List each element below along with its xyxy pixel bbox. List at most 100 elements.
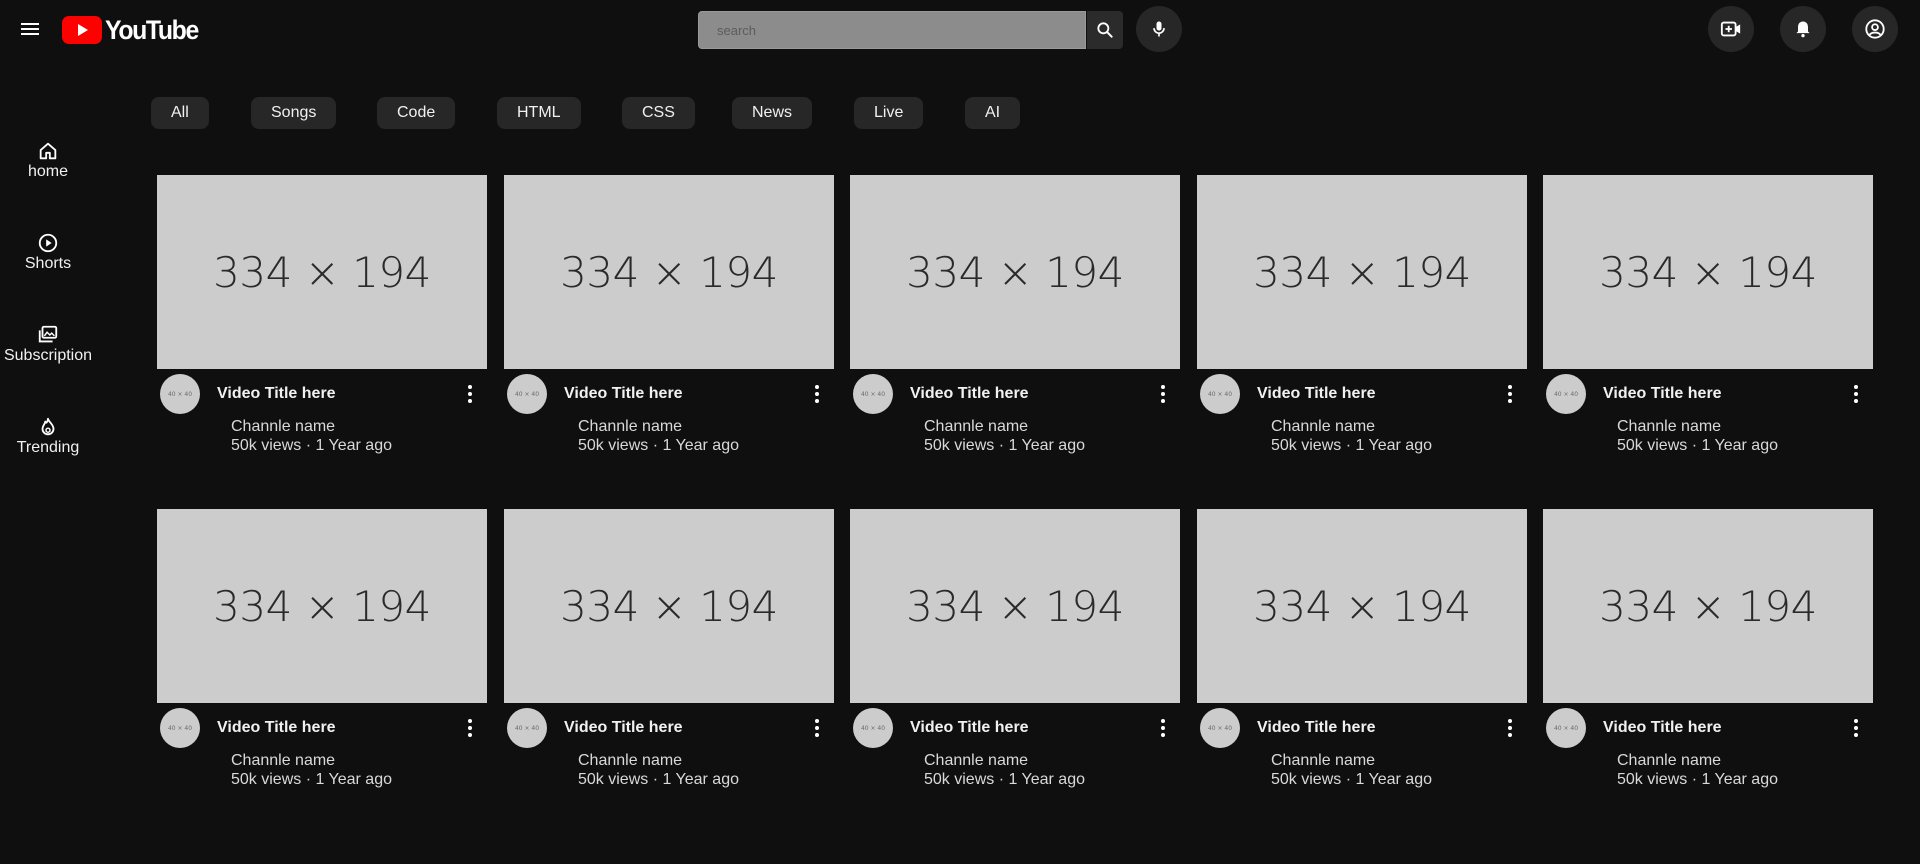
channel-avatar[interactable]: 40 × 40 <box>853 374 893 414</box>
voice-search-button[interactable] <box>1136 6 1182 52</box>
logo-text: YouTube <box>105 14 199 45</box>
video-thumbnail[interactable]: 334 × 194 <box>850 509 1180 703</box>
create-button[interactable] <box>1708 6 1754 52</box>
video-thumbnail[interactable]: 334 × 194 <box>504 509 834 703</box>
channel-name[interactable]: Channle name <box>1271 418 1375 436</box>
channel-avatar[interactable]: 40 × 40 <box>1546 708 1586 748</box>
video-thumbnail[interactable]: 334 × 194 <box>850 175 1180 369</box>
channel-avatar[interactable]: 40 × 40 <box>1546 374 1586 414</box>
channel-name[interactable]: Channle name <box>924 752 1028 770</box>
video-card[interactable]: 334 × 194 40 × 40 Video Title here Chann… <box>157 509 487 813</box>
video-stats: 50k views · 1 Year ago <box>231 437 392 454</box>
more-options-icon[interactable] <box>814 718 820 738</box>
video-card[interactable]: 334 × 194 40 × 40 Video Title here Chann… <box>504 175 834 479</box>
video-stats: 50k views · 1 Year ago <box>924 771 1085 788</box>
video-meta: 40 × 40 Video Title here Channle name 50… <box>1543 703 1873 813</box>
more-options-icon[interactable] <box>1160 384 1166 404</box>
more-options-icon[interactable] <box>1507 718 1513 738</box>
video-card[interactable]: 334 × 194 40 × 40 Video Title here Chann… <box>850 175 1180 479</box>
channel-avatar[interactable]: 40 × 40 <box>1200 708 1240 748</box>
sidebar-item-subscription[interactable]: Subscription <box>0 324 96 365</box>
video-card[interactable]: 334 × 194 40 × 40 Video Title here Chann… <box>157 175 487 479</box>
video-title[interactable]: Video Title here <box>564 385 683 403</box>
video-title[interactable]: Video Title here <box>1257 385 1376 403</box>
channel-name[interactable]: Channle name <box>1617 752 1721 770</box>
video-stats: 50k views · 1 Year ago <box>231 771 392 788</box>
video-title[interactable]: Video Title here <box>910 385 1029 403</box>
more-options-icon[interactable] <box>814 384 820 404</box>
video-title[interactable]: Video Title here <box>910 719 1029 737</box>
video-thumbnail[interactable]: 334 × 194 <box>1197 509 1527 703</box>
sidebar-item-home[interactable]: home <box>0 140 96 181</box>
video-stats: 50k views · 1 Year ago <box>924 437 1085 454</box>
video-card[interactable]: 334 × 194 40 × 40 Video Title here Chann… <box>504 509 834 813</box>
video-card[interactable]: 334 × 194 40 × 40 Video Title here Chann… <box>1543 509 1873 813</box>
chip-all[interactable]: All <box>151 97 209 129</box>
sidebar-item-shorts[interactable]: Shorts <box>0 232 96 273</box>
video-thumbnail[interactable]: 334 × 194 <box>1543 509 1873 703</box>
chip-html[interactable]: HTML <box>497 97 581 129</box>
account-icon <box>1865 19 1885 39</box>
video-thumbnail[interactable]: 334 × 194 <box>1197 175 1527 369</box>
sidebar-item-trending[interactable]: Trending <box>0 416 96 457</box>
video-card[interactable]: 334 × 194 40 × 40 Video Title here Chann… <box>850 509 1180 813</box>
search-input[interactable] <box>698 11 1086 49</box>
channel-name[interactable]: Channle name <box>578 752 682 770</box>
video-stats: 50k views · 1 Year ago <box>578 437 739 454</box>
video-meta: 40 × 40 Video Title here Channle name 50… <box>504 369 834 479</box>
more-options-icon[interactable] <box>1160 718 1166 738</box>
chip-css[interactable]: CSS <box>622 97 695 129</box>
video-card[interactable]: 334 × 194 40 × 40 Video Title here Chann… <box>1197 175 1527 479</box>
menu-icon[interactable] <box>18 17 42 41</box>
more-options-icon[interactable] <box>1853 384 1859 404</box>
notifications-button[interactable] <box>1780 6 1826 52</box>
search-bar <box>698 11 1123 49</box>
video-meta: 40 × 40 Video Title here Channle name 50… <box>850 703 1180 813</box>
search-button[interactable] <box>1087 11 1123 49</box>
channel-avatar[interactable]: 40 × 40 <box>853 708 893 748</box>
more-options-icon[interactable] <box>1507 384 1513 404</box>
channel-name[interactable]: Channle name <box>231 752 335 770</box>
account-button[interactable] <box>1852 6 1898 52</box>
more-options-icon[interactable] <box>467 384 473 404</box>
channel-name[interactable]: Channle name <box>1617 418 1721 436</box>
video-card[interactable]: 334 × 194 40 × 40 Video Title here Chann… <box>1197 509 1527 813</box>
channel-name[interactable]: Channle name <box>924 418 1028 436</box>
top-bar: YouTube <box>0 0 1920 60</box>
video-thumbnail[interactable]: 334 × 194 <box>1543 175 1873 369</box>
home-icon <box>39 142 57 160</box>
chip-code[interactable]: Code <box>377 97 456 129</box>
chip-live[interactable]: Live <box>854 97 924 129</box>
video-stats: 50k views · 1 Year ago <box>1617 771 1778 788</box>
video-thumbnail[interactable]: 334 × 194 <box>157 175 487 369</box>
channel-name[interactable]: Channle name <box>1271 752 1375 770</box>
trending-icon <box>41 417 55 436</box>
video-title[interactable]: Video Title here <box>1603 385 1722 403</box>
shorts-icon <box>38 233 58 253</box>
channel-avatar[interactable]: 40 × 40 <box>507 374 547 414</box>
channel-name[interactable]: Channle name <box>231 418 335 436</box>
video-stats: 50k views · 1 Year ago <box>578 771 739 788</box>
video-meta: 40 × 40 Video Title here Channle name 50… <box>157 703 487 813</box>
channel-avatar[interactable]: 40 × 40 <box>1200 374 1240 414</box>
chip-news[interactable]: News <box>732 97 813 129</box>
more-options-icon[interactable] <box>467 718 473 738</box>
video-title[interactable]: Video Title here <box>564 719 683 737</box>
video-title[interactable]: Video Title here <box>1257 719 1376 737</box>
video-title[interactable]: Video Title here <box>217 719 336 737</box>
video-meta: 40 × 40 Video Title here Channle name 50… <box>504 703 834 813</box>
chip-songs[interactable]: Songs <box>251 97 337 129</box>
video-title[interactable]: Video Title here <box>217 385 336 403</box>
video-thumbnail[interactable]: 334 × 194 <box>157 509 487 703</box>
video-card[interactable]: 334 × 194 40 × 40 Video Title here Chann… <box>1543 175 1873 479</box>
more-options-icon[interactable] <box>1853 718 1859 738</box>
chip-ai[interactable]: AI <box>965 97 1021 129</box>
video-title[interactable]: Video Title here <box>1603 719 1722 737</box>
channel-avatar[interactable]: 40 × 40 <box>507 708 547 748</box>
channel-avatar[interactable]: 40 × 40 <box>160 708 200 748</box>
video-thumbnail[interactable]: 334 × 194 <box>504 175 834 369</box>
video-meta: 40 × 40 Video Title here Channle name 50… <box>850 369 1180 479</box>
channel-avatar[interactable]: 40 × 40 <box>160 374 200 414</box>
channel-name[interactable]: Channle name <box>578 418 682 436</box>
youtube-logo[interactable]: YouTube <box>62 15 206 45</box>
